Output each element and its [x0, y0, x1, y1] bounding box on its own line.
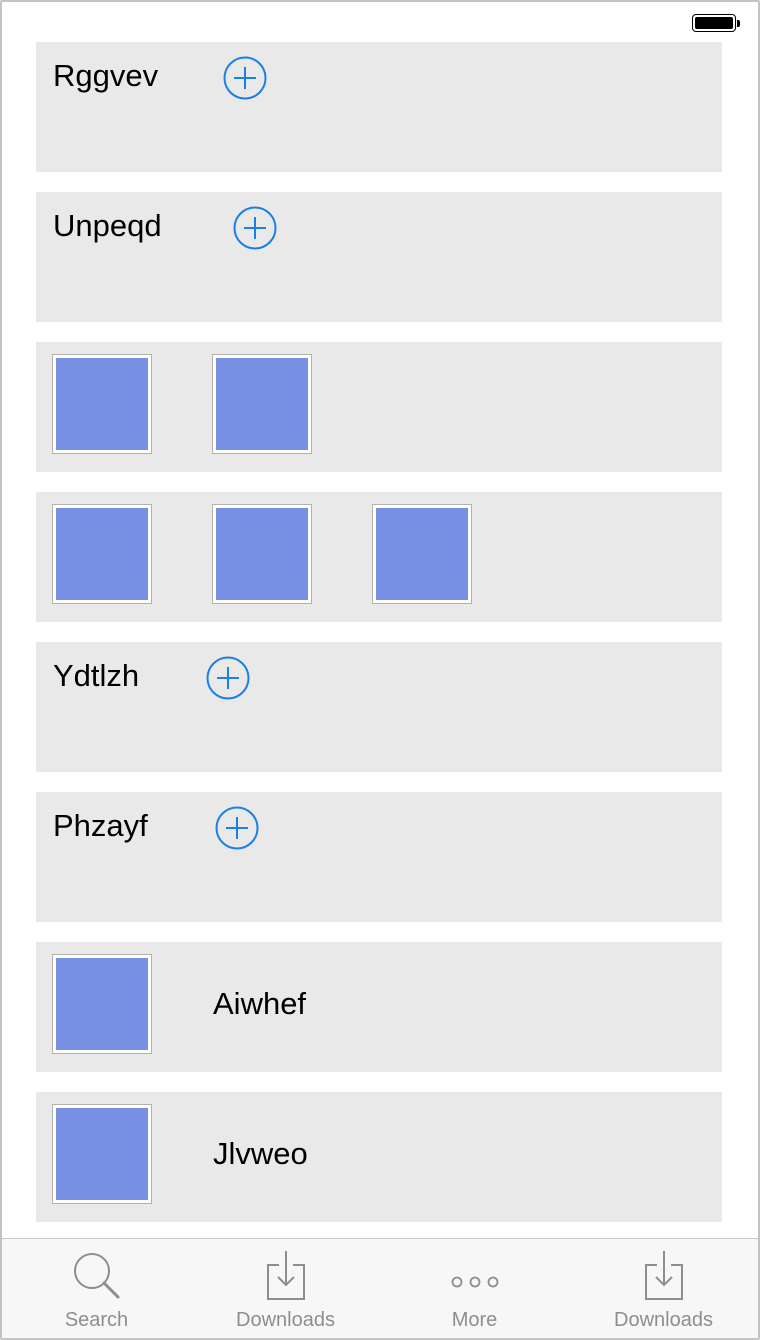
list-row-phzayf: Phzayf	[36, 792, 722, 922]
tab-downloads[interactable]: Downloads	[191, 1239, 380, 1338]
add-circle-icon[interactable]	[233, 206, 277, 250]
list-row-jlvweo[interactable]: Jlvweo	[36, 1092, 722, 1222]
list-row-rggvev: Rggvev	[36, 42, 722, 172]
row-title: Ydtlzh	[53, 658, 140, 693]
row-title: Rggvev	[53, 58, 159, 93]
image-thumbnail[interactable]	[212, 504, 312, 604]
tab-more[interactable]: More	[380, 1239, 569, 1338]
image-thumbnail[interactable]	[52, 1104, 152, 1204]
download-icon	[644, 1251, 683, 1300]
image-thumbnail[interactable]	[372, 504, 472, 604]
add-circle-icon[interactable]	[206, 656, 250, 700]
download-icon	[266, 1251, 305, 1300]
thumbnail-row	[36, 342, 722, 472]
add-circle-icon[interactable]	[223, 56, 267, 100]
tab-label: Search	[64, 1309, 129, 1331]
battery-icon	[692, 14, 740, 32]
search-icon	[73, 1253, 119, 1299]
row-label: Aiwhef	[213, 986, 307, 1021]
app-screen: Rggvev Unpeqd Ydtlzh Phzayf Aiwhef Jlvwe…	[0, 0, 760, 1340]
row-label: Jlvweo	[213, 1136, 308, 1171]
image-thumbnail[interactable]	[52, 504, 152, 604]
image-thumbnail[interactable]	[52, 954, 152, 1054]
tab-bar: Search Downloads More Downloads	[2, 1238, 758, 1338]
row-title: Phzayf	[53, 808, 148, 843]
row-title: Unpeqd	[53, 208, 162, 243]
tab-downloads-2[interactable]: Downloads	[569, 1239, 758, 1338]
tab-label: More	[451, 1309, 498, 1331]
add-circle-icon[interactable]	[215, 806, 259, 850]
list-row-ydtlzh: Ydtlzh	[36, 642, 722, 772]
image-thumbnail[interactable]	[52, 354, 152, 454]
thumbnail-row	[36, 492, 722, 622]
tab-label: Downloads	[614, 1309, 713, 1331]
list-row-unpeqd: Unpeqd	[36, 192, 722, 322]
list-row-aiwhef[interactable]: Aiwhef	[36, 942, 722, 1072]
tab-search[interactable]: Search	[2, 1239, 191, 1338]
image-thumbnail[interactable]	[212, 354, 312, 454]
tab-label: Downloads	[236, 1309, 335, 1331]
more-icon	[451, 1276, 498, 1288]
